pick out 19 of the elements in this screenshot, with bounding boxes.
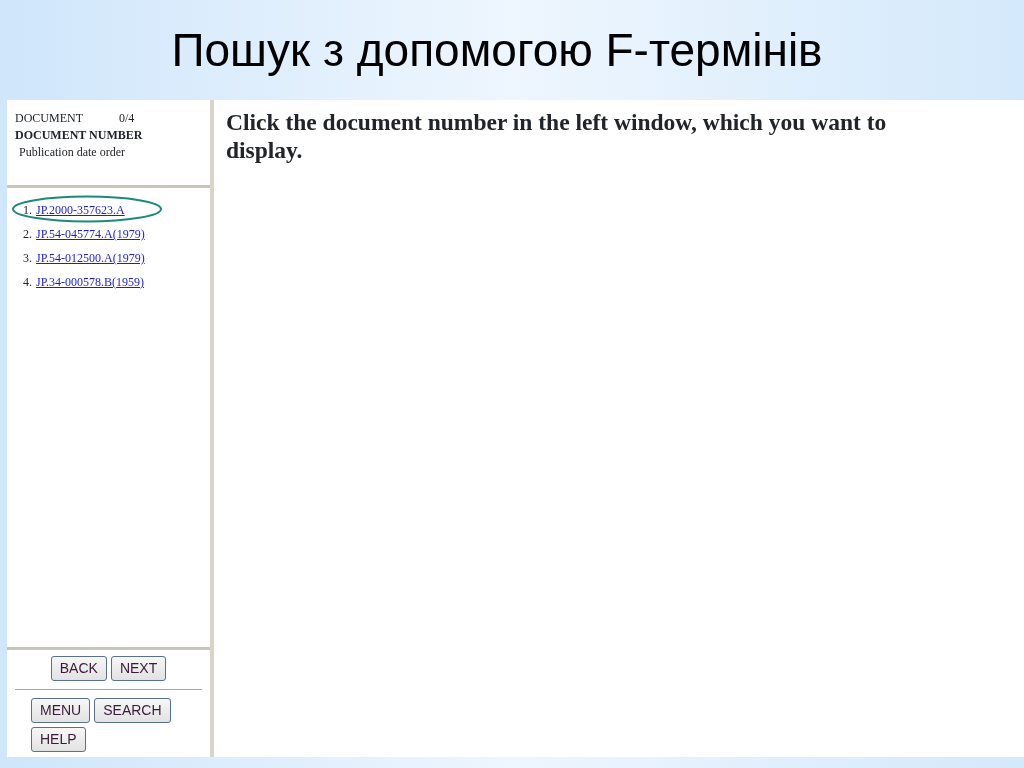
document-link[interactable]: JP.54-045774.A(1979) [36,225,145,243]
instruction-message: Click the document number in the left window, which you want to display. [226,108,888,164]
document-count: 0/4 [119,110,135,127]
document-label: DOCUMENT [15,110,84,127]
back-button[interactable]: BACK [50,656,107,681]
list-number: 4. [23,274,32,291]
slide-title: Пошук з допомогою F-термінів [170,23,824,78]
help-button[interactable]: HELP [31,727,86,752]
sort-order-label: Publication date order [18,144,126,161]
document-link[interactable]: JP.34-000578.B(1959) [36,273,144,291]
document-link[interactable]: JP.2000-357623.A [36,201,125,219]
menu-button[interactable]: MENU [31,698,91,723]
list-number: 2. [23,226,32,243]
list-number: 3. [23,250,32,267]
document-link[interactable]: JP.54-012500.A(1979) [36,249,145,267]
search-button[interactable]: SEARCH [94,698,171,723]
next-button[interactable]: NEXT [110,656,167,681]
document-number-heading: DOCUMENT NUMBER [15,127,144,144]
list-number: 1. [23,202,32,219]
